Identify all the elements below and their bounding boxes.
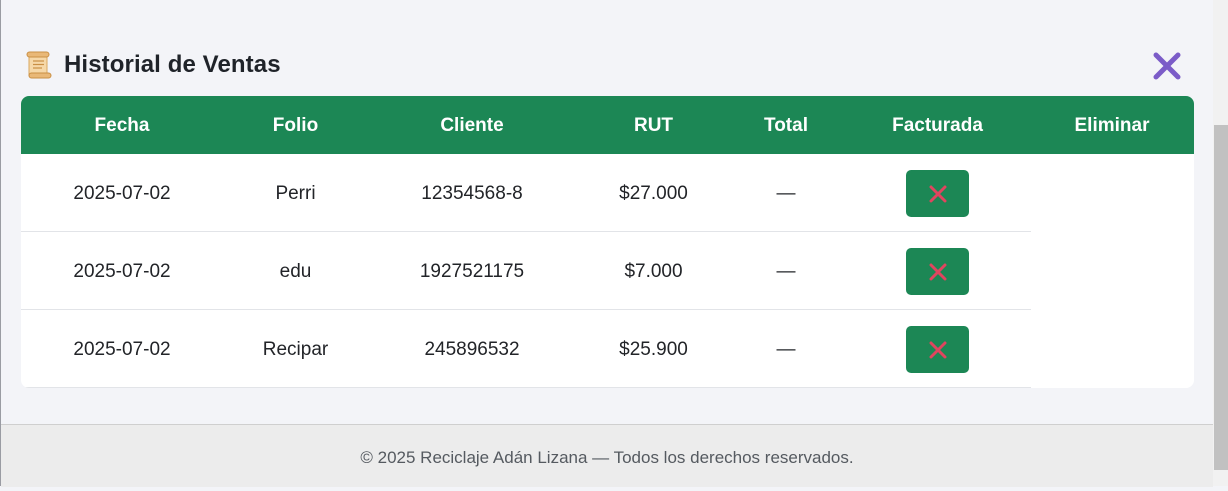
table-row: 2025-07-02 Perri 12354568-8 $27.000 — (21, 154, 1031, 232)
close-icon[interactable] (1151, 50, 1183, 82)
column-header-eliminar: Eliminar (1074, 115, 1150, 136)
cell-fecha: 2025-07-02 (73, 183, 171, 204)
column-header-rut: RUT (633, 115, 674, 136)
window-edge (0, 0, 1, 486)
modal-header: Historial de Ventas (26, 48, 281, 82)
cell-fecha: 2025-07-02 (73, 339, 171, 360)
cell-rut: $25.900 (619, 339, 688, 360)
cell-folio: Recipar (262, 339, 329, 360)
cell-cliente: 245896532 (424, 339, 520, 360)
column-header-folio: Folio (272, 115, 319, 136)
page: Historial de Ventas Fecha Folio Cliente … (0, 0, 1228, 487)
column-header-fecha: Fecha (94, 115, 150, 136)
table-row: 2025-07-02 edu 1927521175 $7.000 — (21, 232, 1031, 310)
cell-cliente: 12354568-8 (421, 183, 523, 204)
facturada-toggle-button[interactable] (906, 326, 969, 373)
cell-folio: edu (279, 261, 312, 282)
table-row: 2025-07-02 Recipar 245896532 $25.900 — (21, 310, 1031, 388)
cell-rut: $7.000 (624, 261, 683, 282)
cell-rut: $27.000 (619, 183, 688, 204)
facturada-toggle-button[interactable] (906, 170, 969, 217)
column-header-cliente: Cliente (440, 115, 504, 136)
footer-copyright: © 2025 Reciclaje Adán Lizana — Todos los… (360, 448, 854, 467)
cell-cliente: 1927521175 (419, 261, 525, 282)
column-header-total: Total (764, 115, 808, 136)
x-mark-icon (929, 185, 946, 202)
modal-title: Historial de Ventas (64, 51, 281, 78)
sales-table: Fecha Folio Cliente RUT Total Facturada … (21, 96, 1194, 388)
column-header-facturada: Facturada (892, 115, 983, 136)
scroll-icon (26, 51, 52, 79)
table-header: Fecha Folio Cliente RUT Total Facturada … (21, 96, 1194, 154)
page-footer: © 2025 Reciclaje Adán Lizana — Todos los… (1, 424, 1213, 487)
facturada-toggle-button[interactable] (906, 248, 969, 295)
cell-total: — (776, 183, 796, 204)
x-mark-icon (929, 263, 946, 280)
cell-fecha: 2025-07-02 (73, 261, 171, 282)
row-divider (21, 387, 1031, 388)
sales-history-modal: Historial de Ventas Fecha Folio Cliente … (1, 0, 1213, 424)
cell-folio: Perri (275, 183, 316, 204)
cell-total: — (776, 339, 796, 360)
cell-total: — (776, 261, 796, 282)
scrollbar-thumb[interactable] (1214, 125, 1228, 470)
x-mark-icon (929, 341, 946, 358)
